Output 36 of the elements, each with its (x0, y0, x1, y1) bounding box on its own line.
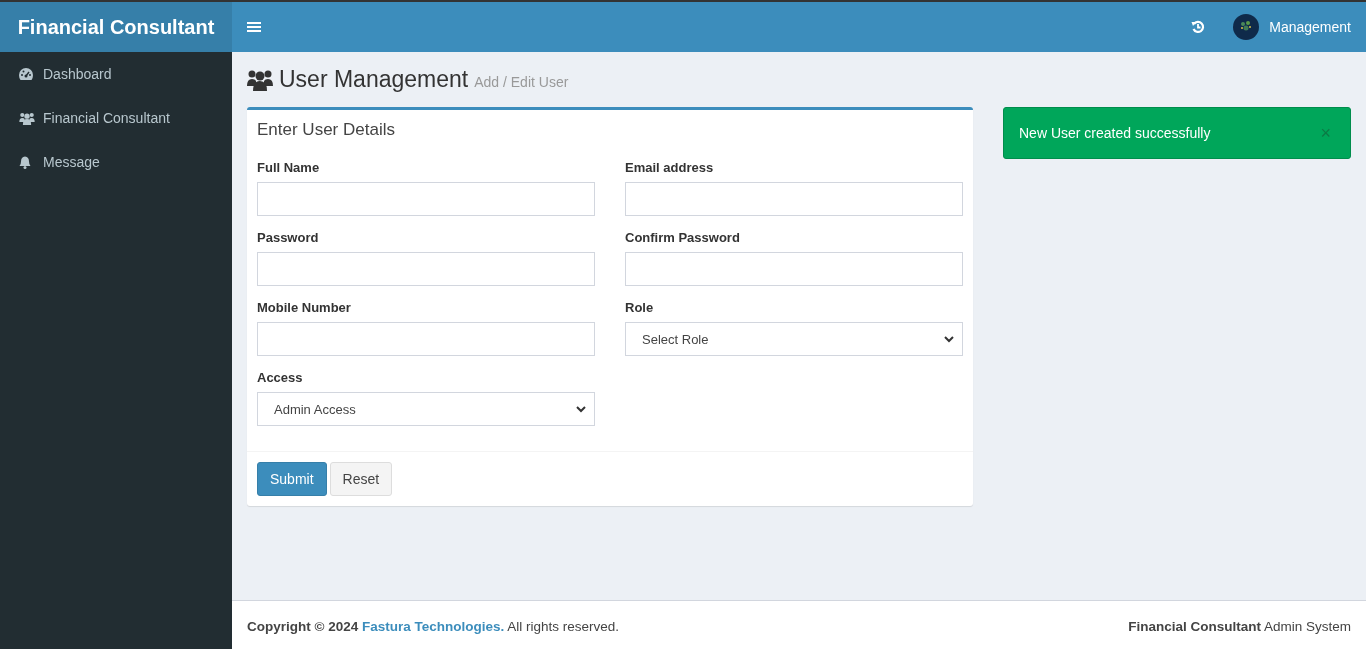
caret-icon (944, 335, 954, 343)
users-icon (247, 68, 273, 91)
field-label: Full Name (257, 160, 321, 175)
system-name-text: Financial Consultant Admin System (1128, 618, 1351, 634)
field-label: Confirm Password (625, 230, 741, 245)
caret-icon (576, 405, 586, 413)
sidebar-item[interactable]: Financial Consultant (0, 96, 232, 140)
page-title: User Management (279, 66, 469, 93)
bell-icon (19, 155, 31, 169)
input-field[interactable] (257, 322, 595, 356)
gauge-icon (19, 68, 33, 80)
input-field[interactable] (257, 252, 595, 286)
input-field[interactable] (625, 182, 963, 216)
company-link[interactable]: Fastura Technologies. (362, 618, 505, 634)
page-subtitle: Add / Edit User (474, 74, 569, 90)
field-label: Mobile Number (257, 300, 352, 315)
select-dropdown[interactable]: Select Role (625, 322, 963, 356)
avatar-icon[interactable] (1233, 14, 1260, 40)
copyright-text: Copyright © 2024 Fastura Technologies. All rights reserved. (247, 618, 620, 634)
field-label: Email address (625, 160, 715, 175)
field-label: Role (625, 300, 655, 315)
submit-button[interactable]: Submit (257, 462, 327, 496)
select-dropdown[interactable]: Admin Access (257, 392, 595, 426)
sidebar-item[interactable]: Dashboard (0, 52, 232, 96)
history-icon[interactable] (1191, 20, 1206, 34)
input-field[interactable] (257, 182, 595, 216)
field-label: Access (257, 370, 304, 385)
card-title: Enter User Details (257, 120, 396, 140)
alert-message: New User created successfully (1019, 125, 1211, 141)
input-field[interactable] (625, 252, 963, 286)
reset-button[interactable]: Reset (329, 462, 393, 496)
user-name[interactable]: Management (1269, 19, 1351, 35)
sidebar-item[interactable]: Message (0, 140, 232, 184)
brand-logo-text[interactable]: Financial Consultant (0, 2, 232, 52)
field-label: Password (257, 230, 320, 245)
users-icon (19, 111, 35, 125)
